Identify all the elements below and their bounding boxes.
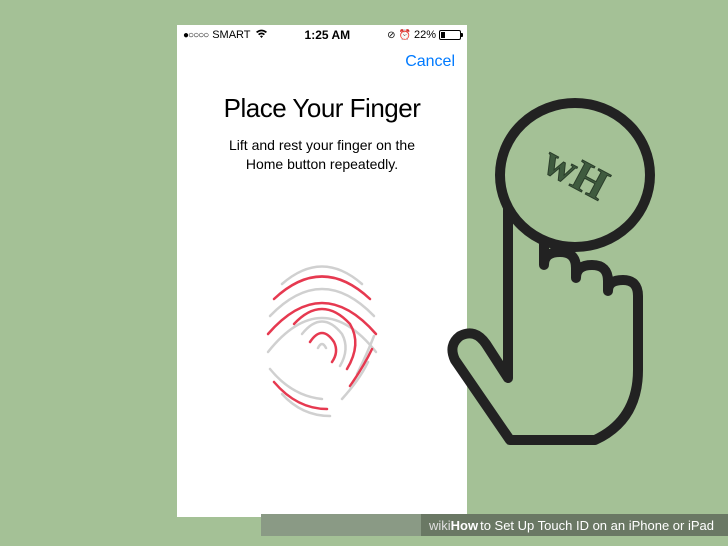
fingerprint-icon: [252, 254, 392, 424]
subtitle-line-1: Lift and rest your finger on the: [229, 137, 415, 153]
page-title: Place Your Finger: [191, 93, 453, 124]
caption-article-title: to Set Up Touch ID on an iPhone or iPad: [480, 518, 714, 533]
status-right: ⊘ ⏰ 22%: [387, 29, 461, 41]
fingerprint-container: [191, 254, 453, 424]
caption-bar: wikiHow to Set Up Touch ID on an iPhone …: [261, 514, 728, 536]
caption-stub: [261, 514, 421, 536]
status-left: ●○○○○ SMART: [183, 29, 268, 42]
iphone-screen: ●○○○○ SMART 1:25 AM ⊘ ⏰ 22% Cancel Place…: [177, 25, 467, 517]
content-area: Place Your Finger Lift and rest your fin…: [177, 75, 467, 424]
nav-bar: Cancel: [177, 45, 467, 75]
orientation-lock-icon: ⊘: [387, 30, 395, 41]
status-bar: ●○○○○ SMART 1:25 AM ⊘ ⏰ 22%: [177, 25, 467, 45]
caption-text: wikiHow to Set Up Touch ID on an iPhone …: [421, 514, 728, 536]
signal-strength: ●○○○○: [183, 30, 208, 41]
svg-text:wH: wH: [536, 136, 617, 210]
status-time: 1:25 AM: [305, 28, 351, 42]
subtitle-line-2: Home button repeatedly.: [246, 156, 398, 172]
carrier-label: SMART: [212, 29, 250, 41]
cancel-button[interactable]: Cancel: [405, 53, 455, 71]
wikihow-watermark: wH: [536, 136, 617, 210]
caption-wiki: wiki: [429, 518, 451, 533]
battery-percentage: 22%: [414, 29, 436, 41]
wifi-icon: [255, 29, 268, 42]
caption-how: How: [451, 518, 478, 533]
page-subtitle: Lift and rest your finger on the Home bu…: [191, 136, 453, 174]
battery-icon: [439, 30, 461, 40]
alarm-icon: ⏰: [399, 30, 411, 41]
